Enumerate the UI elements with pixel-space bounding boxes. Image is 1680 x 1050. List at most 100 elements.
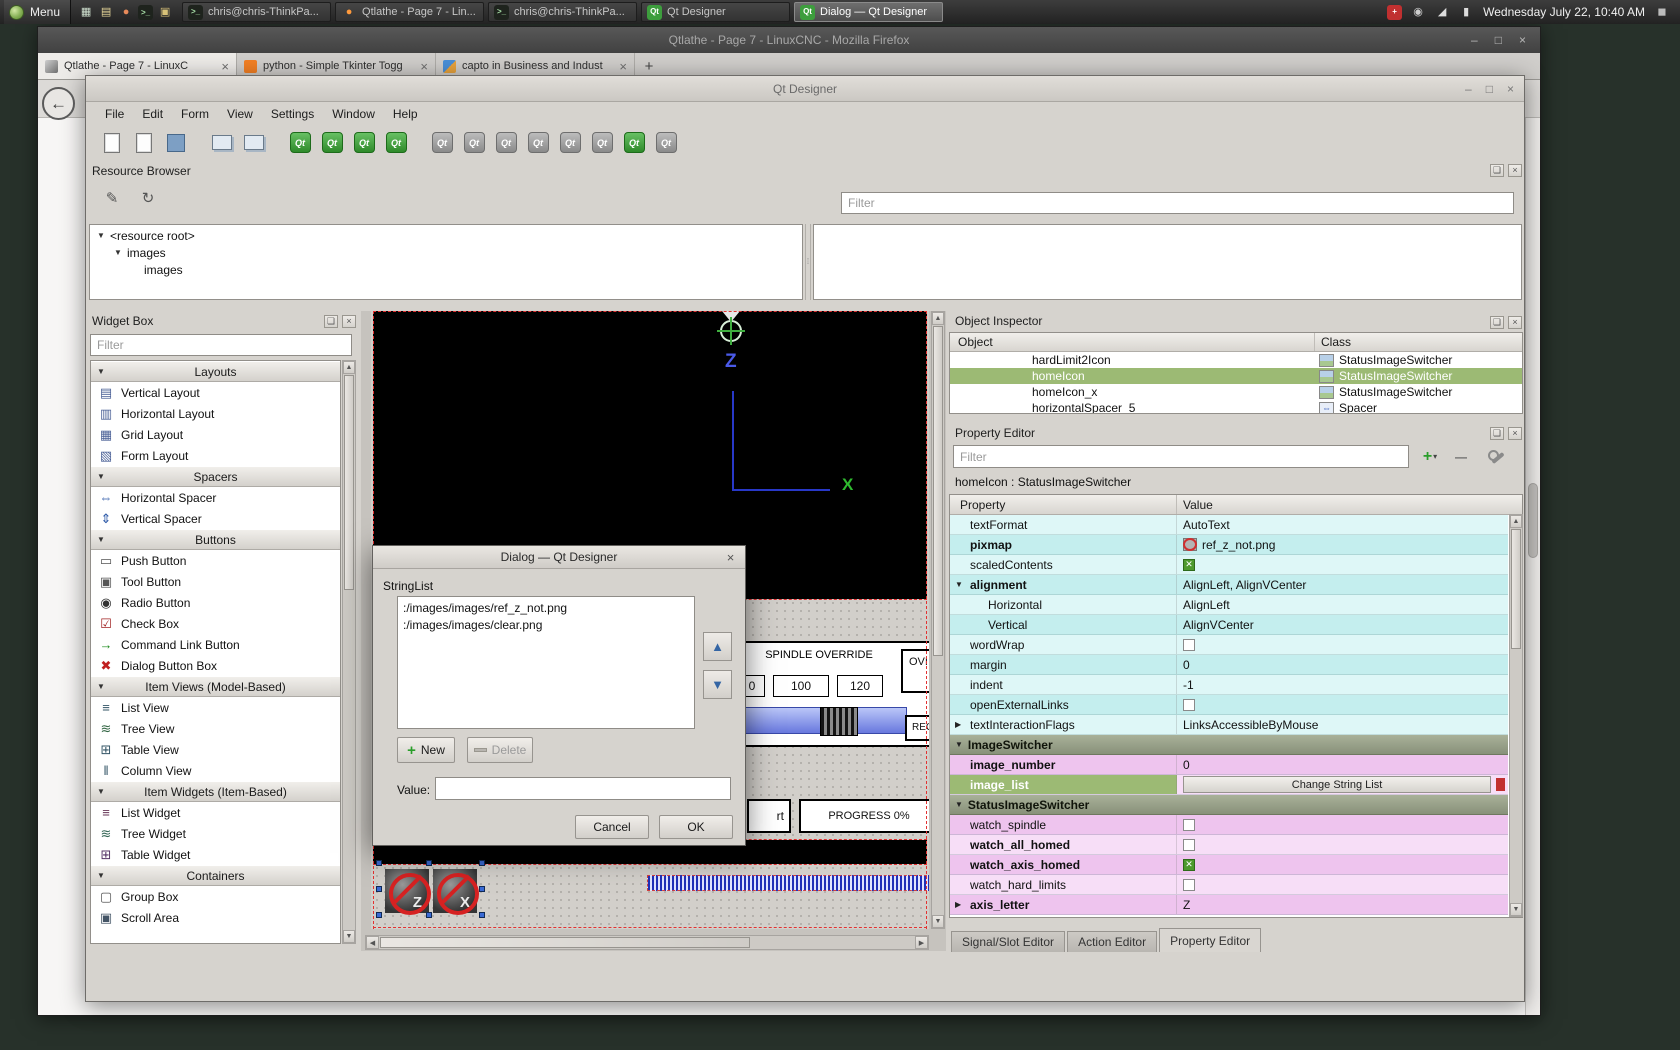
edit-signals-slots-button[interactable]: Qt: [316, 128, 348, 158]
scroll-down-icon[interactable]: ▼: [343, 930, 355, 943]
property-row[interactable]: HorizontalAlignLeft: [950, 595, 1508, 615]
scroll-up-icon[interactable]: ▲: [1510, 515, 1522, 528]
close-icon[interactable]: ×: [1507, 82, 1514, 96]
ok-button[interactable]: OK: [659, 815, 733, 839]
property-row[interactable]: margin0: [950, 655, 1508, 675]
property-row[interactable]: ▼alignmentAlignLeft, AlignVCenter: [950, 575, 1508, 595]
edit-tab-order-button[interactable]: Qt: [380, 128, 412, 158]
property-row[interactable]: watch_all_homed: [950, 835, 1508, 855]
checkbox-checked[interactable]: ✕: [1183, 559, 1195, 571]
menu-window[interactable]: Window: [323, 104, 384, 124]
scroll-left-icon[interactable]: ◀: [366, 936, 379, 949]
widgetbox-item[interactable]: ▤Vertical Layout: [91, 382, 340, 403]
widgetbox-category[interactable]: ▼Item Widgets (Item-Based): [91, 781, 340, 802]
property-row[interactable]: textFormatAutoText: [950, 515, 1508, 535]
close-icon[interactable]: ×: [722, 549, 739, 566]
layout-vertically-button[interactable]: Qt: [458, 128, 490, 158]
checkbox-unchecked[interactable]: [1183, 819, 1195, 831]
override-box[interactable]: OVI: [901, 649, 929, 693]
widgetbox-item[interactable]: ≋Tree View: [91, 718, 340, 739]
selection-handle[interactable]: [479, 860, 485, 866]
inspector-row[interactable]: homeIconStatusImageSwitcher: [950, 368, 1522, 384]
remove-dynamic-property-button[interactable]: —: [1450, 450, 1472, 464]
checkbox-unchecked[interactable]: [1183, 879, 1195, 891]
selection-handle[interactable]: [376, 886, 382, 892]
taskbar-window-button[interactable]: ●Qtlathe - Page 7 - Lin...: [335, 2, 484, 22]
inspector-row[interactable]: horizontalSpacer_5⇔Spacer: [950, 400, 1522, 414]
delete-button[interactable]: Delete: [467, 737, 533, 763]
break-layout-button[interactable]: Qt: [618, 128, 650, 158]
taskbar-window-button[interactable]: >_chris@chris-ThinkPa...: [182, 2, 331, 22]
layout-grid-button[interactable]: Qt: [554, 128, 586, 158]
scroll-up-icon[interactable]: ▲: [932, 312, 944, 325]
splitter-handle[interactable]: ⁞: [805, 224, 811, 300]
tab-close-icon[interactable]: ×: [619, 59, 627, 74]
property-row[interactable]: ▶textInteractionFlagsLinksAccessibleByMo…: [950, 715, 1508, 735]
tab-close-icon[interactable]: ×: [221, 59, 229, 74]
widgetbox-scrollbar[interactable]: ▲ ▼: [342, 360, 356, 944]
selection-handle[interactable]: [426, 860, 432, 866]
widgetbox-item[interactable]: ▧Form Layout: [91, 445, 340, 466]
save-form-button[interactable]: [160, 128, 192, 158]
property-row[interactable]: indent-1: [950, 675, 1508, 695]
layout-horizontal-splitter-button[interactable]: Qt: [490, 128, 522, 158]
float-panel-icon[interactable]: ❏: [1490, 316, 1504, 329]
clock[interactable]: Wednesday July 22, 10:40 AM: [1483, 5, 1645, 19]
close-panel-icon[interactable]: ×: [342, 315, 356, 328]
reload-icon[interactable]: ↻: [136, 186, 160, 210]
widgetbox-item[interactable]: ▥Horizontal Layout: [91, 403, 340, 424]
scrollbar-thumb[interactable]: [933, 326, 943, 656]
widgetbox-category[interactable]: ▼Containers: [91, 865, 340, 886]
property-section-header[interactable]: ▼ImageSwitcher: [950, 735, 1508, 755]
checkbox-unchecked[interactable]: [1183, 699, 1195, 711]
launcher-terminal[interactable]: >_: [138, 4, 153, 21]
change-string-list-button[interactable]: Change String List: [1183, 776, 1491, 793]
firefox-titlebar[interactable]: Qtlathe - Page 7 - LinuxCNC - Mozilla Fi…: [38, 27, 1540, 53]
checkbox-checked[interactable]: ✕: [1183, 859, 1195, 871]
float-panel-icon[interactable]: ❏: [1490, 164, 1504, 177]
stringlist-listbox[interactable]: :/images/images/ref_z_not.png:/images/im…: [397, 596, 695, 729]
striped-progress-widget[interactable]: [647, 875, 929, 891]
form-vertical-scrollbar[interactable]: ▲ ▼: [931, 311, 945, 929]
tab-signal-slot-editor[interactable]: Signal/Slot Editor: [951, 931, 1065, 952]
maximize-icon[interactable]: □: [1486, 82, 1493, 96]
tab-property-editor[interactable]: Property Editor: [1159, 928, 1261, 952]
widgetbox-item[interactable]: ▣Scroll Area: [91, 907, 340, 928]
property-row[interactable]: scaledContents✕: [950, 555, 1508, 575]
home-z-status-icon[interactable]: Z: [385, 869, 429, 913]
property-row[interactable]: VerticalAlignVCenter: [950, 615, 1508, 635]
taskbar-window-button[interactable]: QtQt Designer: [641, 2, 790, 22]
taskbar-window-button[interactable]: QtDialog — Qt Designer: [794, 2, 943, 22]
minimize-icon[interactable]: –: [1465, 82, 1472, 96]
widgetbox-item[interactable]: ▣Tool Button: [91, 571, 340, 592]
menu-view[interactable]: View: [218, 104, 262, 124]
tab-action-editor[interactable]: Action Editor: [1067, 931, 1157, 952]
scrollbar-thumb[interactable]: [344, 375, 354, 590]
scrollbar-thumb[interactable]: [380, 937, 750, 948]
layout-horizontally-button[interactable]: Qt: [426, 128, 458, 158]
widgetbox-filter-input[interactable]: [90, 334, 352, 356]
widgetbox-item[interactable]: ✖Dialog Button Box: [91, 655, 340, 676]
property-section-header[interactable]: ▼StatusImageSwitcher: [950, 795, 1508, 815]
stringlist-item[interactable]: :/images/images/clear.png: [398, 616, 694, 633]
selection-handle[interactable]: [376, 912, 382, 918]
launcher-show-desktop[interactable]: ▦: [78, 4, 94, 21]
launcher-files[interactable]: ▤: [98, 4, 114, 21]
launcher-folder[interactable]: ▣: [157, 4, 173, 21]
open-form-button[interactable]: [128, 128, 160, 158]
float-panel-icon[interactable]: ❏: [324, 315, 338, 328]
property-editor-scrollbar[interactable]: ▲ ▼: [1509, 514, 1523, 917]
close-panel-icon[interactable]: ×: [1508, 164, 1522, 177]
selection-handle[interactable]: [479, 886, 485, 892]
widgetbox-item[interactable]: ▦Grid Layout: [91, 424, 340, 445]
column-header-property[interactable]: Property: [950, 495, 1177, 514]
resource-tree-item[interactable]: ▼<resource root>: [90, 227, 802, 244]
edit-buddies-button[interactable]: Qt: [348, 128, 380, 158]
widgetbox-item[interactable]: →Command Link Button: [91, 634, 340, 655]
launcher-app[interactable]: ●: [118, 4, 134, 21]
firefox-scrollbar[interactable]: [1525, 118, 1540, 1015]
widgetbox-category[interactable]: ▼Spacers: [91, 466, 340, 487]
designer-titlebar[interactable]: Qt Designer – □ ×: [86, 76, 1524, 102]
cascade-windows-button[interactable]: [206, 128, 238, 158]
widgetbox-item[interactable]: ☑Check Box: [91, 613, 340, 634]
